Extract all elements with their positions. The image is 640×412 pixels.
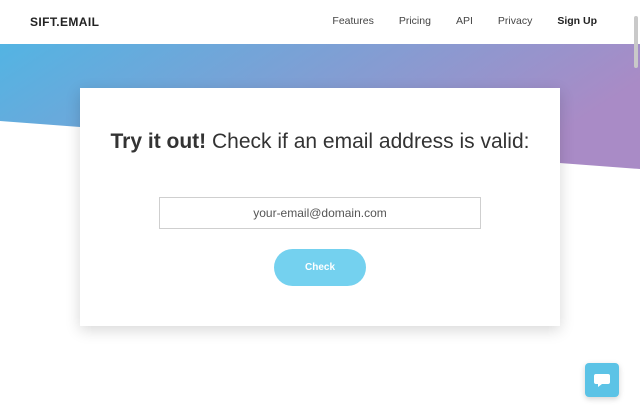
email-input[interactable] — [159, 197, 481, 229]
nav-link-api[interactable]: API — [456, 15, 473, 27]
nav-link-features[interactable]: Features — [332, 15, 373, 27]
top-navbar: SIFT.EMAIL Features Pricing API Privacy … — [0, 0, 640, 44]
card-headline: Try it out! Check if an email address is… — [110, 126, 530, 158]
nav-links: Features Pricing API Privacy Sign Up — [307, 15, 597, 27]
chat-widget-button[interactable] — [585, 363, 619, 397]
check-button[interactable]: Check — [274, 249, 366, 286]
headline-bold-text: Try it out! — [110, 130, 207, 153]
nav-link-sign-up[interactable]: Sign Up — [557, 15, 597, 27]
page-scrollbar[interactable] — [634, 16, 638, 68]
site-logo[interactable]: SIFT.EMAIL — [30, 15, 99, 29]
headline-rest-text: Check if an email address is valid: — [206, 130, 530, 153]
email-check-card: Try it out! Check if an email address is… — [80, 88, 560, 326]
chat-bubble-icon — [594, 374, 610, 387]
nav-link-pricing[interactable]: Pricing — [399, 15, 431, 27]
nav-link-privacy[interactable]: Privacy — [498, 15, 532, 27]
